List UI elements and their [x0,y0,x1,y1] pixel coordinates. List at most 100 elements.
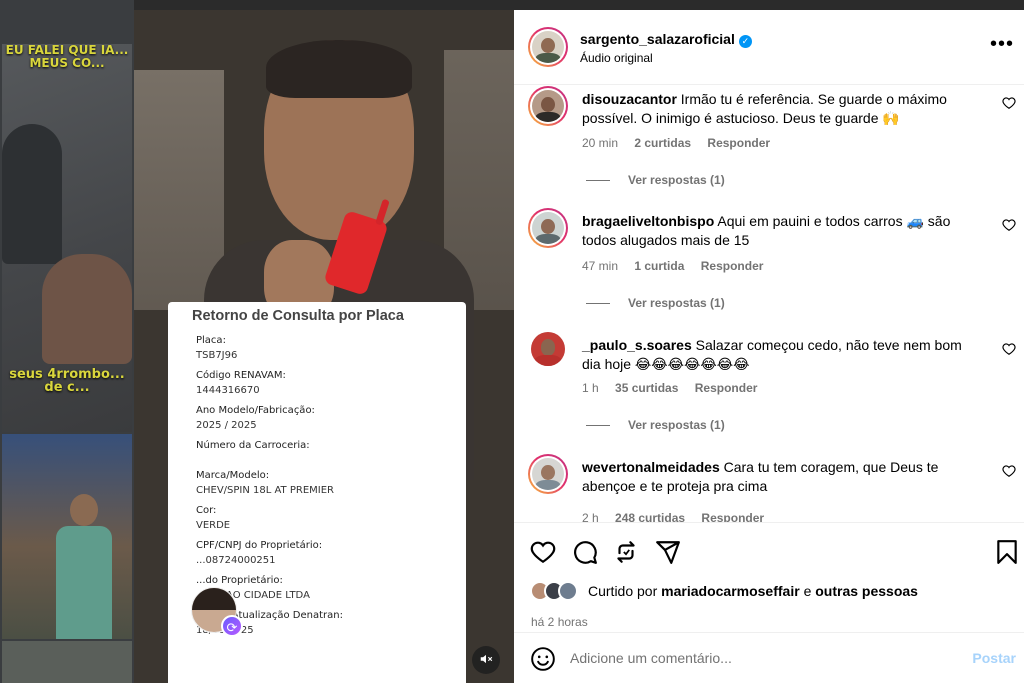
post-timestamp[interactable]: há 2 horas [531,615,588,629]
document-field-value: 2025 / 2025 [196,420,257,431]
divider [586,303,610,305]
background-feed: EU FALEI QUE IA... MEUS CO... seus 4rrom… [0,0,134,683]
commenter-username[interactable]: _paulo_s.soares [582,337,692,353]
document-field-label: Cor: [196,505,217,516]
author-username-text[interactable]: sargento_salazaroficial [580,31,735,47]
document-field-value: 1444316670 [196,385,260,396]
comment-meta: 2 h 248 curtidas Responder [582,511,777,522]
author-username[interactable]: sargento_salazaroficial ✓ [580,31,752,48]
muted-speaker-icon[interactable] [472,646,500,674]
comment-text-block: wevertonalmeidades Cara tu tem coragem, … [582,458,982,496]
divider [586,425,610,427]
comment-input[interactable] [570,643,950,673]
comment-heart-icon[interactable] [1002,96,1016,110]
reply-button[interactable]: Responder [701,259,764,273]
document-field-label: ...do Proprietário: [196,575,283,586]
document-field: Código RENAVAM: 1444316670 [196,368,452,398]
background-reel-thumbnail: EU FALEI QUE IA... MEUS CO... seus 4rrom… [2,44,132,432]
author-avatar[interactable] [528,27,568,67]
comment-text-block: disouzacantor Irmão tu é referência. Se … [582,90,982,128]
document-field: Ano Modelo/Fabricação: 2025 / 2025 [196,403,452,433]
comment-heart-icon[interactable] [1002,218,1016,232]
background-figure [42,254,132,364]
post-header: sargento_salazaroficial ✓ Áudio original … [514,10,1024,85]
view-replies-label[interactable]: Ver respostas (1) [628,418,725,432]
comment-meta: 47 min 1 curtida Responder [582,259,776,273]
more-options-icon[interactable]: ••• [990,34,1014,54]
commenter-username[interactable]: wevertonalmeidades [582,459,720,475]
commenter-avatar[interactable] [528,454,568,494]
emoji-icon[interactable] [530,646,556,672]
background-figure [2,124,62,264]
comment-time: 2 h [582,511,599,522]
verified-badge-icon: ✓ [738,35,752,48]
document-field: Número da Carroceria: [196,438,452,463]
background-reel-thumbnail [2,434,132,639]
document-field-value: VERDE [196,520,231,531]
document-field-label: Ano Modelo/Fabricação: [196,405,315,416]
document-field-label: CPF/CNPJ do Proprietário: [196,540,323,551]
view-replies-label[interactable]: Ver respostas (1) [628,296,725,310]
remix-icon: ⟳ [221,615,243,637]
document-field-value [196,453,452,463]
comment-time: 20 min [582,136,619,150]
liked-by-others[interactable]: outras pessoas [815,583,918,599]
post-comment-button[interactable]: Postar [972,650,1016,666]
background-reel-caption: seus 4rrombo... de c... [9,367,125,395]
comment-text-block: _paulo_s.soares Salazar começou cedo, nã… [582,336,982,374]
document-field: Placa: TSB7J96 [196,333,452,363]
comments-list[interactable]: disouzacantor Irmão tu é referência. Se … [514,86,1024,522]
view-replies-button[interactable]: Ver respostas (1) [586,296,725,310]
comment-likes[interactable]: 2 curtidas [634,136,691,150]
bookmark-icon[interactable] [994,539,1020,565]
liked-by-and: e [803,583,812,599]
comment-likes[interactable]: 35 curtidas [615,381,678,395]
comment-heart-icon[interactable] [1002,464,1016,478]
liker-avatar [558,581,578,601]
post-side-panel: sargento_salazaroficial ✓ Áudio original … [514,10,1024,683]
send-icon[interactable] [655,539,681,565]
commenter-avatar[interactable] [528,208,568,248]
repost-icon[interactable] [613,539,639,565]
reply-button[interactable]: Responder [707,136,770,150]
liked-by-text: Curtido por mariadocarmoseffair e outras… [588,583,918,599]
reply-button[interactable]: Responder [701,511,764,522]
view-replies-button[interactable]: Ver respostas (1) [586,418,725,432]
document-field: Cor: VERDE [196,503,452,533]
commenter-avatar[interactable] [531,332,565,366]
document-field-label: Número da Carroceria: [196,440,310,451]
comment-meta: 1 h 35 curtidas Responder [582,381,770,395]
commenter-username[interactable]: bragaeliveltonbispo [582,213,714,229]
liked-by-username[interactable]: mariadocarmoseffair [661,583,800,599]
comment-icon[interactable] [572,539,598,565]
document-field-label: Placa: [196,335,226,346]
document-field-label: Marca/Modelo: [196,470,270,481]
liked-by-prefix: Curtido por [588,583,658,599]
document-field: CPF/CNPJ do Proprietário: ...08724000251 [196,538,452,568]
background-reel-caption: EU FALEI QUE IA... MEUS CO... [5,44,129,70]
view-replies-label[interactable]: Ver respostas (1) [628,173,725,187]
commenter-username[interactable]: disouzacantor [582,91,677,107]
reel-video[interactable]: Retorno de Consulta por Placa Placa: TSB… [134,10,514,683]
heart-icon[interactable] [530,539,556,565]
document-title: Retorno de Consulta por Placa [192,308,404,324]
document-field-value: CHEV/SPIN 18L AT PREMIER [196,485,334,496]
reply-button[interactable]: Responder [695,381,758,395]
add-comment-bar: Postar [514,632,1024,683]
document-field: Marca/Modelo: CHEV/SPIN 18L AT PREMIER [196,468,452,498]
commenter-avatar[interactable] [528,86,568,126]
original-audio-link[interactable]: Áudio original [580,51,653,65]
comment-heart-icon[interactable] [1002,342,1016,356]
post-action-bar: Curtido por mariadocarmoseffair e outras… [514,522,1024,632]
comment-meta: 20 min 2 curtidas Responder [582,136,783,150]
comment-time: 47 min [582,259,619,273]
comment-likes[interactable]: 1 curtida [634,259,684,273]
liker-avatars[interactable] [530,581,584,601]
document-field-label: Código RENAVAM: [196,370,286,381]
comment-likes[interactable]: 248 curtidas [615,511,685,522]
view-replies-button[interactable]: Ver respostas (1) [586,173,725,187]
comment-time: 1 h [582,381,599,395]
comment-text-block: bragaeliveltonbispo Aqui em pauini e tod… [582,212,982,250]
document-field-value: TSB7J96 [196,350,238,361]
divider [586,180,610,182]
